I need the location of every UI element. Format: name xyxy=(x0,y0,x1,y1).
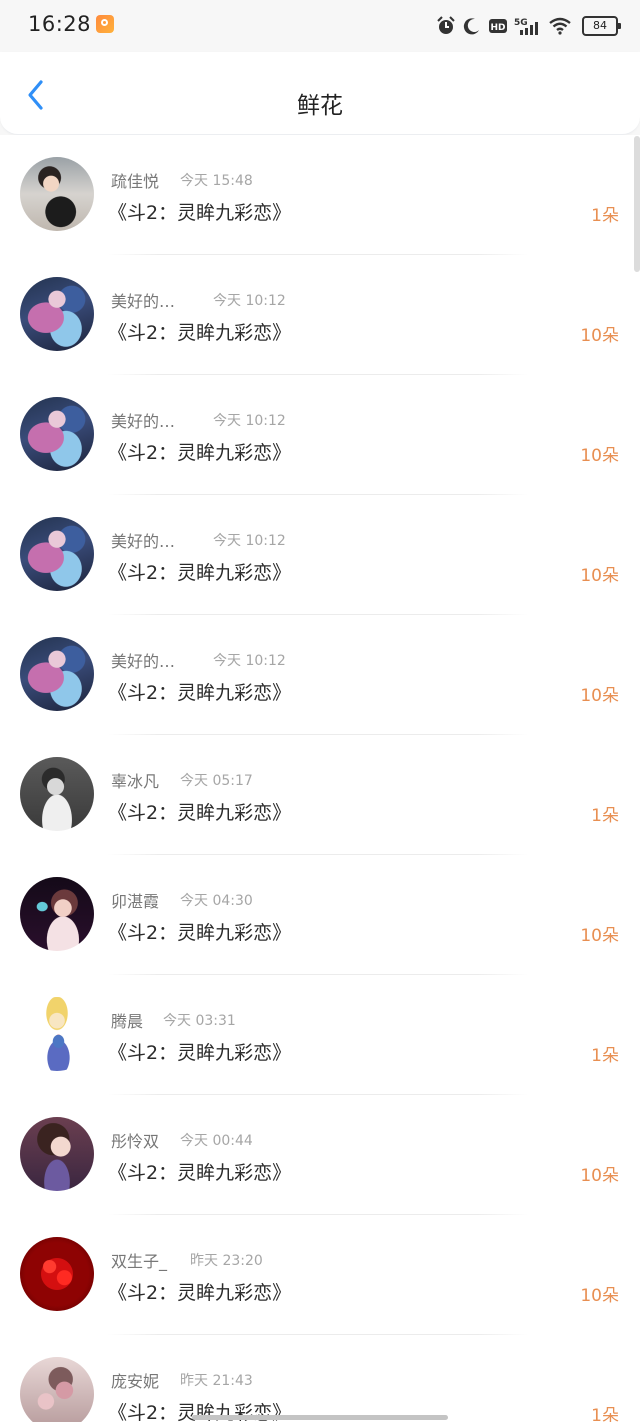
avatar[interactable] xyxy=(20,997,94,1071)
nav-header: 鲜花 xyxy=(0,52,640,135)
book-title: 《斗2：灵眸九彩恋》 xyxy=(108,442,292,464)
avatar[interactable] xyxy=(20,1117,94,1191)
flower-count: 10朵 xyxy=(580,926,619,946)
wifi-icon xyxy=(548,16,572,36)
book-title: 《斗2：灵眸九彩恋》 xyxy=(108,682,292,704)
flower-count: 10朵 xyxy=(580,566,619,586)
avatar[interactable] xyxy=(20,637,94,711)
moon-icon xyxy=(462,16,482,36)
status-time: 16:28 xyxy=(28,12,92,36)
flower-gift-list[interactable]: 疏佳悦 今天 15:48 《斗2：灵眸九彩恋》 1朵 美好的… 今天 10:12… xyxy=(0,135,640,1422)
avatar[interactable] xyxy=(20,1237,94,1311)
user-name: 彤怜双 xyxy=(111,1132,160,1151)
hd-icon: HD xyxy=(488,16,508,36)
user-name: 美好的… xyxy=(111,532,176,551)
user-name: 美好的… xyxy=(111,412,176,431)
list-item[interactable]: 美好的… 今天 10:12 《斗2：灵眸九彩恋》 10朵 xyxy=(0,615,640,735)
home-indicator[interactable] xyxy=(192,1415,448,1420)
user-name: 疏佳悦 xyxy=(111,172,160,191)
user-name: 双生子_ xyxy=(111,1252,168,1271)
page-title: 鲜花 xyxy=(297,93,343,119)
book-title: 《斗2：灵眸九彩恋》 xyxy=(108,922,292,944)
list-item[interactable]: 美好的… 今天 10:12 《斗2：灵眸九彩恋》 10朵 xyxy=(0,375,640,495)
svg-text:5G: 5G xyxy=(514,18,528,28)
avatar[interactable] xyxy=(20,277,94,351)
flower-count: 1朵 xyxy=(591,206,619,226)
avatar[interactable] xyxy=(20,517,94,591)
list-item[interactable]: 庞安妮 昨天 21:43 《斗2：灵眸九彩恋》 1朵 xyxy=(0,1335,640,1422)
list-item[interactable]: 卯湛霞 今天 04:30 《斗2：灵眸九彩恋》 10朵 xyxy=(0,855,640,975)
timestamp: 今天 04:30 xyxy=(180,893,253,909)
battery-indicator: 84 xyxy=(582,16,621,36)
timestamp: 今天 10:12 xyxy=(213,533,286,549)
book-title: 《斗2：灵眸九彩恋》 xyxy=(108,802,292,824)
book-title: 《斗2：灵眸九彩恋》 xyxy=(108,1042,292,1064)
list-item[interactable]: 辜冰凡 今天 05:17 《斗2：灵眸九彩恋》 1朵 xyxy=(0,735,640,855)
user-name: 辜冰凡 xyxy=(111,772,160,791)
user-name: 庞安妮 xyxy=(111,1372,160,1391)
list-item[interactable]: 疏佳悦 今天 15:48 《斗2：灵眸九彩恋》 1朵 xyxy=(0,135,640,255)
list-item[interactable]: 美好的… 今天 10:12 《斗2：灵眸九彩恋》 10朵 xyxy=(0,255,640,375)
scrollbar[interactable] xyxy=(634,136,640,272)
alarm-icon xyxy=(436,16,456,36)
timestamp: 今天 03:31 xyxy=(163,1013,236,1029)
flower-count: 10朵 xyxy=(580,1286,619,1306)
timestamp: 今天 10:12 xyxy=(213,413,286,429)
avatar[interactable] xyxy=(20,1357,94,1422)
flower-count: 10朵 xyxy=(580,446,619,466)
status-bar: 16:28 HD 5G 84 xyxy=(0,0,640,52)
book-title: 《斗2：灵眸九彩恋》 xyxy=(108,202,292,224)
timestamp: 昨天 21:43 xyxy=(180,1373,253,1389)
avatar[interactable] xyxy=(20,757,94,831)
list-item[interactable]: 彤怜双 今天 00:44 《斗2：灵眸九彩恋》 10朵 xyxy=(0,1095,640,1215)
user-name: 腾晨 xyxy=(111,1012,144,1031)
user-name: 美好的… xyxy=(111,652,176,671)
avatar[interactable] xyxy=(20,397,94,471)
book-title: 《斗2：灵眸九彩恋》 xyxy=(108,322,292,344)
timestamp: 昨天 23:20 xyxy=(190,1253,263,1269)
flower-count: 1朵 xyxy=(591,1046,619,1066)
cellular-signal-icon: 5G xyxy=(514,16,542,36)
book-title: 《斗2：灵眸九彩恋》 xyxy=(108,1282,292,1304)
user-name: 卯湛霞 xyxy=(111,892,160,911)
book-title: 《斗2：灵眸九彩恋》 xyxy=(108,562,292,584)
book-title: 《斗2：灵眸九彩恋》 xyxy=(108,1162,292,1184)
avatar[interactable] xyxy=(20,877,94,951)
timestamp: 今天 10:12 xyxy=(213,653,286,669)
timestamp: 今天 05:17 xyxy=(180,773,253,789)
status-icons: HD 5G 84 xyxy=(436,14,621,38)
avatar[interactable] xyxy=(20,157,94,231)
flower-count: 10朵 xyxy=(580,686,619,706)
flower-count: 10朵 xyxy=(580,1166,619,1186)
list-item[interactable]: 腾晨 今天 03:31 《斗2：灵眸九彩恋》 1朵 xyxy=(0,975,640,1095)
list-item[interactable]: 双生子_ 昨天 23:20 《斗2：灵眸九彩恋》 10朵 xyxy=(0,1215,640,1335)
flower-count: 1朵 xyxy=(591,1406,619,1422)
svg-text:HD: HD xyxy=(490,23,505,33)
timestamp: 今天 15:48 xyxy=(180,173,253,189)
flower-count: 10朵 xyxy=(580,326,619,346)
timestamp: 今天 00:44 xyxy=(180,1133,253,1149)
app-notification-icon xyxy=(96,15,114,33)
flower-count: 1朵 xyxy=(591,806,619,826)
timestamp: 今天 10:12 xyxy=(213,293,286,309)
list-item[interactable]: 美好的… 今天 10:12 《斗2：灵眸九彩恋》 10朵 xyxy=(0,495,640,615)
user-name: 美好的… xyxy=(111,292,176,311)
